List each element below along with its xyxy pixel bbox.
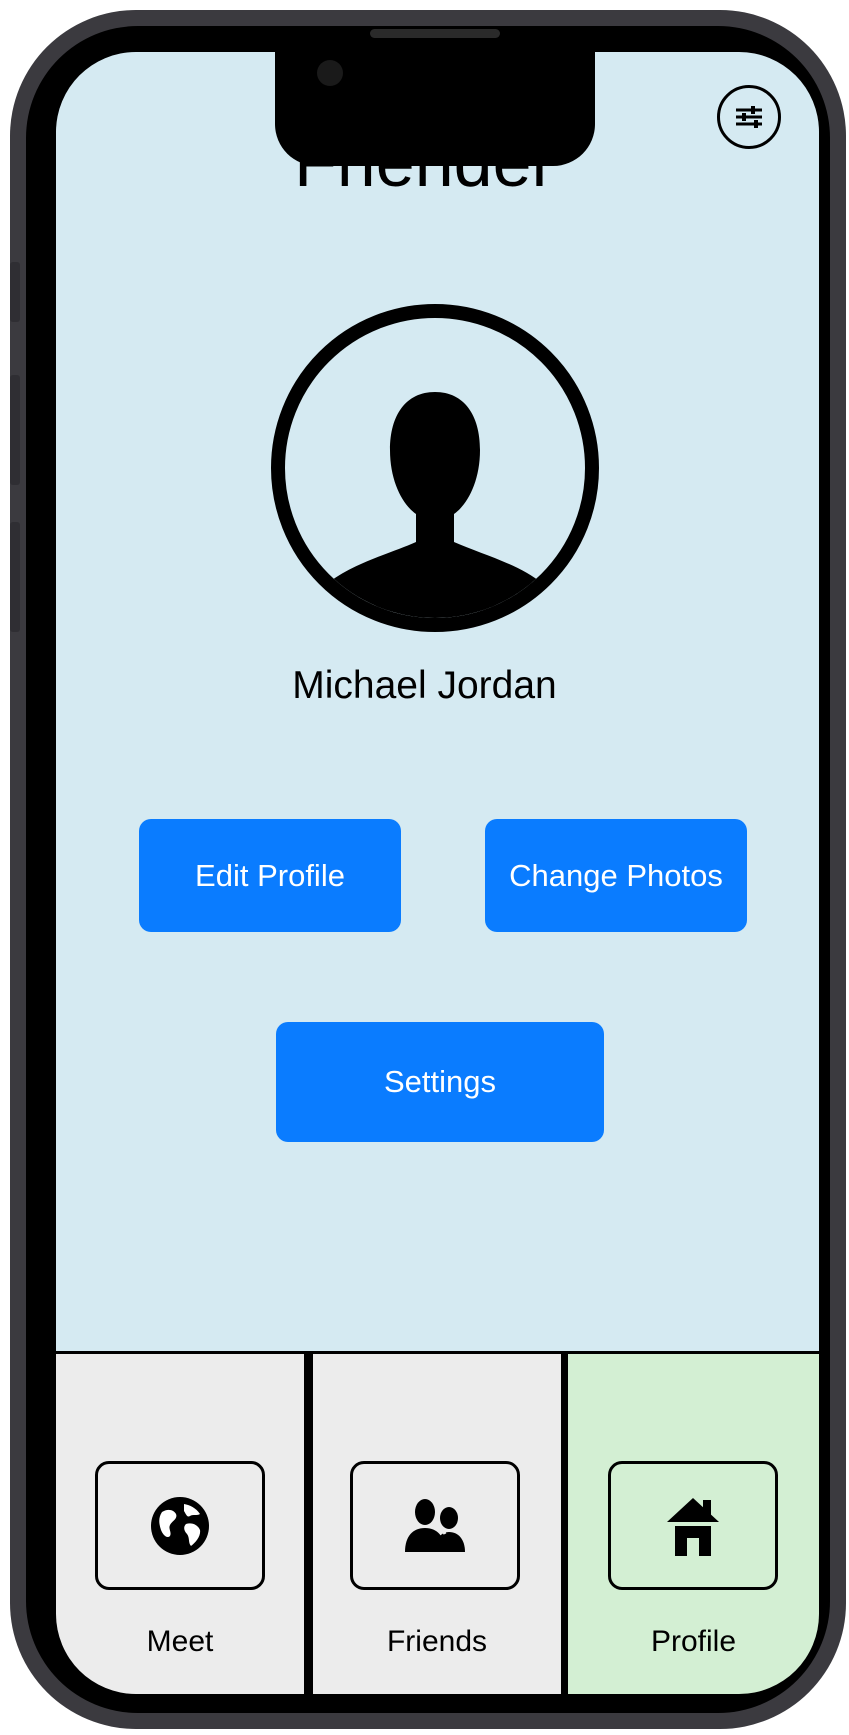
edit-profile-button[interactable]: Edit Profile xyxy=(139,819,401,932)
user-name: Michael Jordan xyxy=(292,664,557,707)
app-title: Friender xyxy=(294,123,555,201)
tab-meet[interactable]: Meet xyxy=(56,1354,304,1694)
tab-profile-label: Profile xyxy=(650,1625,737,1658)
tab-profile-icon-box xyxy=(608,1461,778,1590)
change-photos-button[interactable]: Change Photos xyxy=(485,819,747,932)
volume-down-button xyxy=(10,522,20,632)
settings-button[interactable]: Settings xyxy=(276,1022,604,1142)
bottom-tab-bar: Meet Friends Profile xyxy=(56,1351,819,1694)
tab-friends[interactable]: Friends xyxy=(313,1354,561,1694)
edit-profile-label: Edit Profile xyxy=(195,857,345,893)
tab-friends-icon-box xyxy=(350,1461,520,1590)
user-silhouette-icon xyxy=(271,304,599,632)
volume-up-button xyxy=(10,375,20,485)
globe-icon xyxy=(151,1496,209,1555)
change-photos-label: Change Photos xyxy=(509,857,723,893)
avatar[interactable] xyxy=(269,302,601,634)
settings-label: Settings xyxy=(383,1064,496,1099)
tab-friends-label: Friends xyxy=(386,1625,488,1658)
home-icon xyxy=(667,1497,719,1556)
tab-meet-icon-box xyxy=(95,1461,265,1590)
tab-meet-label: Meet xyxy=(146,1625,214,1658)
tab-profile[interactable]: Profile xyxy=(568,1354,819,1694)
people-icon xyxy=(405,1498,465,1552)
silent-switch xyxy=(10,262,20,322)
front-camera xyxy=(317,60,343,86)
speaker-grille xyxy=(370,29,500,38)
